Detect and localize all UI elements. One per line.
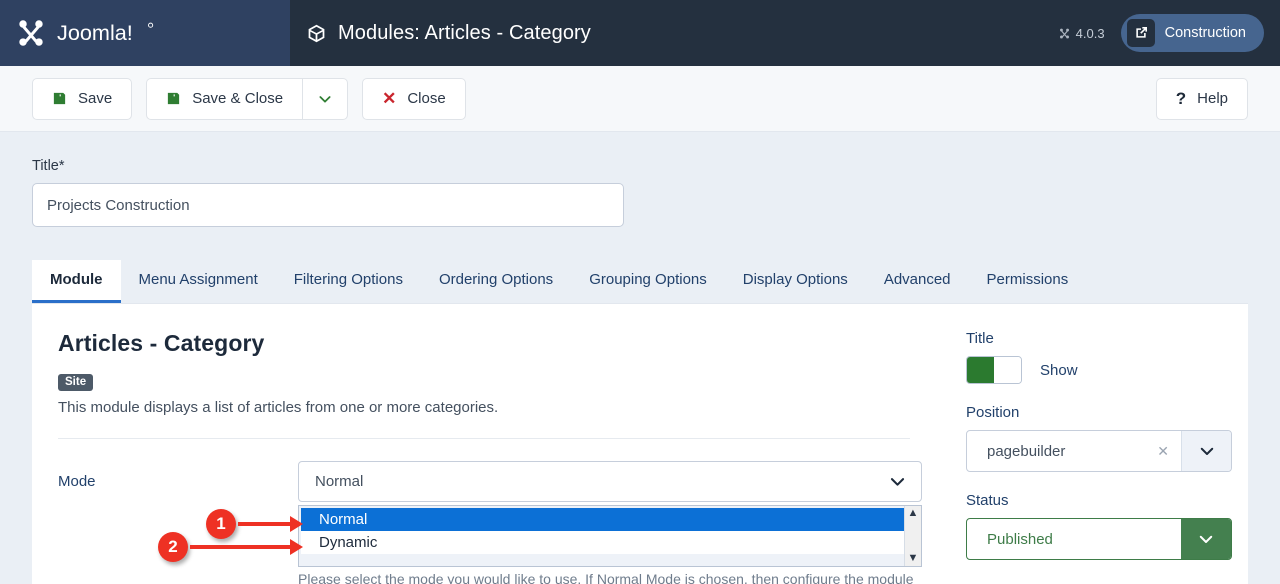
joomla-wordmark: Joomla! [57,20,154,45]
divider [58,438,910,439]
mode-option-normal[interactable]: Normal [301,508,904,531]
module-main-column: Articles - Category Site This module dis… [32,304,948,584]
preview-site-button[interactable]: Construction [1120,14,1264,52]
position-dropdown-toggle[interactable] [1181,431,1231,471]
listbox-scrollbar[interactable]: ▲ ▼ [904,506,921,566]
status-group: Status Published [966,492,1232,560]
tab-ordering-options[interactable]: Ordering Options [421,260,571,303]
mode-field-label: Mode [58,473,96,490]
status-dropdown-toggle[interactable] [1181,519,1231,559]
help-label: Help [1197,90,1228,107]
save-and-close-button[interactable]: Save & Close [146,77,303,120]
title-show-toggle[interactable] [966,356,1022,384]
save-label: Save [78,90,113,107]
tab-module[interactable]: Module [32,260,121,303]
chevron-down-icon [319,95,331,103]
chevron-down-icon [1200,447,1213,455]
app-header: Joomla! Modules: Articles - Category 4.0… [0,0,1280,66]
brand-area: Joomla! [0,0,290,66]
joomla-logo[interactable]: Joomla! [14,16,187,50]
position-value: pagebuilder [987,442,1066,460]
caret-up-icon[interactable]: ▲ [908,508,919,519]
question-mark-icon: ? [1175,89,1187,108]
annotation-2: 2 [158,532,303,562]
tab-permissions[interactable]: Permissions [969,260,1087,303]
status-value: Published [987,530,1053,548]
version-indicator: 4.0.3 [1058,26,1105,41]
mode-select[interactable]: Normal [298,461,922,502]
status-badge: Site [58,374,94,391]
tab-bar: Module Menu Assignment Filtering Options… [32,260,1248,304]
tab-grouping-options[interactable]: Grouping Options [571,260,725,303]
annotation-1-line [238,522,292,526]
module-side-column: Title Show Position pagebuilder ✕ Status… [948,304,1248,584]
mode-control: Normal Normal Dynamic ▲ ▼ Please select … [158,461,922,584]
title-toggle-group: Title Show [966,330,1232,384]
preview-site-label: Construction [1164,25,1246,41]
mode-option-dynamic[interactable]: Dynamic [301,531,904,554]
close-button[interactable]: ✕ Close [362,77,466,120]
annotation-1-number: 1 [206,509,236,539]
chevron-down-icon [873,462,921,501]
title-toggle-row: Show [966,356,1232,384]
position-label: Position [966,404,1020,421]
cube-icon [308,24,325,42]
annotation-2-line [190,545,292,549]
status-label: Status [966,492,1009,509]
caret-down-icon[interactable]: ▼ [908,553,919,564]
joomla-small-icon [1059,28,1069,38]
floppy-disk-icon [168,92,180,105]
tab-advanced[interactable]: Advanced [866,260,969,303]
mode-options-listbox[interactable]: Normal Dynamic ▲ ▼ [298,505,922,567]
title-input[interactable] [32,183,624,227]
position-group: Position pagebuilder ✕ [966,404,1232,472]
close-label: Close [407,90,446,107]
joomla-mark-icon [19,20,43,46]
save-and-close-label: Save & Close [192,90,284,107]
external-link-icon [1126,19,1155,47]
save-options-dropdown-toggle[interactable] [302,77,349,120]
sidebar-title-label: Title [966,330,994,347]
title-toggle-state-label: Show [1040,361,1078,379]
clear-x-icon[interactable]: ✕ [1157,443,1181,460]
tab-filtering-options[interactable]: Filtering Options [276,260,421,303]
title-field-label: Title* [32,158,1248,174]
tab-display-options[interactable]: Display Options [725,260,866,303]
save-close-split-button: Save & Close [146,77,349,120]
module-heading: Articles - Category [58,330,265,356]
help-button[interactable]: ? Help [1155,77,1248,120]
position-field[interactable]: pagebuilder ✕ [966,430,1232,472]
mode-options-list: Normal Dynamic [299,506,904,566]
toggle-off-segment[interactable] [994,357,1021,383]
svg-text:Joomla!: Joomla! [57,20,133,45]
annotation-2-number: 2 [158,532,188,562]
tab-menu-assignment[interactable]: Menu Assignment [121,260,276,303]
page-title-area: Modules: Articles - Category [306,22,591,45]
floppy-disk-icon [53,92,66,105]
header-main: Modules: Articles - Category 4.0.3 Const… [290,0,1280,66]
module-panel: Articles - Category Site This module dis… [32,304,1248,584]
mode-selected-value: Normal [315,473,364,490]
annotation-1: 1 [206,509,303,539]
page-body: Title* Module Menu Assignment Filtering … [0,132,1280,584]
module-description: This module displays a list of articles … [58,399,499,416]
chevron-down-icon [1199,535,1213,543]
mode-field-row: Mode Normal Normal Dynamic ▲ ▼ Please se… [58,461,922,584]
toolbar: Save Save & Close ✕ Close ? Help [0,66,1280,132]
toggle-on-segment[interactable] [967,357,994,383]
mode-help-text: Please select the mode you would like to… [298,571,914,584]
header-right: 4.0.3 Construction [1058,14,1264,52]
toolbar-left-group: Save Save & Close ✕ Close [32,77,466,120]
version-number: 4.0.3 [1075,25,1105,41]
save-button[interactable]: Save [32,77,133,120]
title-label-text: Title [32,158,59,174]
required-marker: * [58,158,65,174]
x-icon: ✕ [382,89,397,108]
status-field[interactable]: Published [966,518,1232,560]
title-field-group: Title* [32,132,1248,227]
page-title: Modules: Articles - Category [338,21,591,44]
